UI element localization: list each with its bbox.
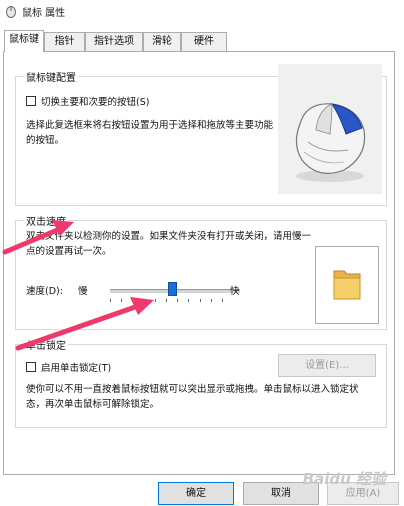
- title-bar: 鼠标 属性: [0, 0, 404, 28]
- speed-label: 速度(D):: [26, 286, 63, 297]
- slider-tick: [110, 299, 111, 302]
- switch-buttons-checkbox[interactable]: [26, 96, 36, 106]
- tab-panel: 鼠标键配置 切换主要和次要的按钮(S) 选择此复选框来将右按钮设置为用于选择和拖…: [3, 51, 395, 475]
- mouse-illustration: [278, 64, 382, 194]
- tab-buttons[interactable]: 鼠标键: [4, 30, 44, 52]
- fast-label: 快: [230, 286, 240, 297]
- click-lock-title: 单击锁定: [24, 337, 68, 352]
- slider-tick: [188, 299, 190, 302]
- tab-pointers[interactable]: 指针: [44, 32, 85, 51]
- slider-tick: [154, 299, 156, 302]
- slider-tick: [132, 299, 134, 302]
- slow-label: 慢: [78, 286, 88, 297]
- watermark: Baidu 经验: [302, 470, 386, 488]
- folder-icon: [333, 270, 361, 300]
- tab-wheel[interactable]: 滑轮: [143, 32, 181, 51]
- speed-slider-thumb[interactable]: [167, 282, 177, 296]
- window-title: 鼠标 属性: [22, 8, 66, 19]
- tab-hardware[interactable]: 硬件: [181, 32, 227, 51]
- double-click-title: 双击速度: [24, 213, 68, 228]
- test-folder-area[interactable]: [315, 246, 379, 324]
- button-config-title: 鼠标键配置: [24, 69, 78, 84]
- ok-button[interactable]: 确定: [158, 482, 234, 505]
- double-click-description: 双击文件夹以检测你的设置。如果文件夹没有打开或关闭，请用慢一点的设置再试一次。: [26, 231, 312, 257]
- slider-tick: [166, 299, 167, 302]
- click-lock-description: 使你可以不用一直按着鼠标按钮就可以突出显示或拖拽。单击鼠标以进入锁定状态，再次单…: [26, 384, 359, 410]
- slider-tick: [210, 299, 212, 302]
- mouse-icon: [6, 6, 16, 18]
- switch-buttons-label: 切换主要和次要的按钮(S): [41, 97, 150, 108]
- slider-tick: [143, 299, 145, 302]
- tab-pointer-options[interactable]: 指针选项: [85, 32, 143, 51]
- slider-tick: [199, 299, 201, 302]
- click-lock-checkbox[interactable]: [26, 362, 36, 372]
- slider-tick: [177, 299, 179, 302]
- button-config-description: 选择此复选框来将右按钮设置为用于选择和拖放等主要功能的按钮。: [26, 120, 274, 146]
- mouse-image-icon: [295, 103, 366, 182]
- click-lock-settings-button[interactable]: 设置(E)...: [278, 354, 376, 377]
- slider-tick: [222, 299, 223, 302]
- click-lock-label: 启用单击锁定(T): [41, 363, 112, 374]
- slider-tick: [121, 299, 123, 302]
